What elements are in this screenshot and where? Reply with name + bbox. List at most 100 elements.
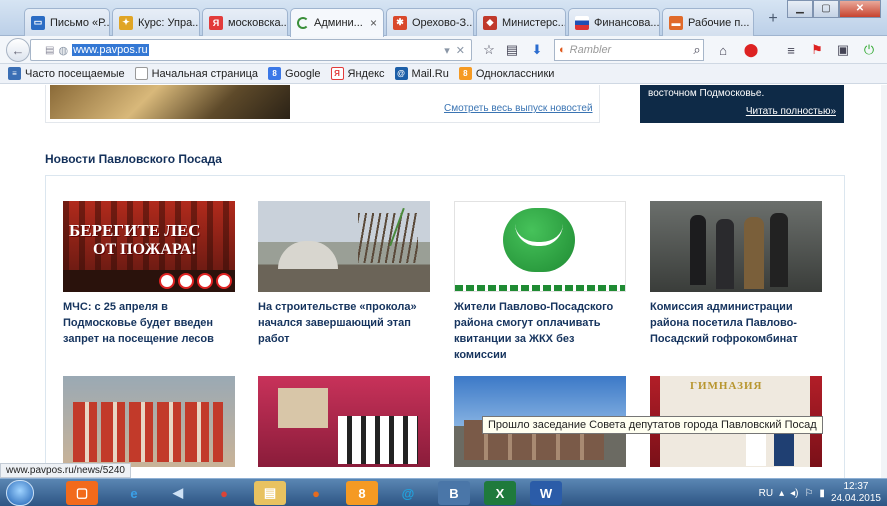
excel-icon[interactable]: X	[484, 481, 516, 505]
back-button[interactable]: ←	[6, 38, 30, 62]
mail-icon: ▭	[31, 15, 45, 30]
bookmarks-bar: ≡ Часто посещаемые Начальная страница 8 …	[0, 64, 887, 84]
prohibition-icon	[159, 273, 175, 289]
sberbank-logo-image[interactable]	[454, 201, 626, 292]
system-tray: RU ▴ ◂) ⚐ ▮ 12:37 24.04.2015	[759, 479, 887, 506]
tab-course[interactable]: ✦ Курс: Упра...	[112, 8, 200, 36]
status-url: www.pavpos.ru/news/5240	[0, 463, 131, 478]
bookmark-item[interactable]: 8 Google	[268, 67, 321, 80]
word-icon[interactable]: W	[530, 481, 562, 505]
tab-label: Админи...	[314, 17, 363, 29]
news-caption[interactable]: Жители Павлово-Посадского района смогут …	[454, 299, 629, 363]
bookmark-label: Часто посещаемые	[25, 67, 125, 80]
close-window-icon[interactable]: ✕	[839, 0, 881, 18]
flag-tray-icon[interactable]: ⚐	[804, 488, 813, 499]
minimize-icon[interactable]: ▁	[787, 0, 813, 18]
ok-icon[interactable]: 8	[346, 481, 378, 505]
tab-moscow[interactable]: Я московска...	[202, 8, 288, 36]
address-bar[interactable]: ▤ ◍ www.pavpos.ru ▾ ✕	[30, 39, 472, 61]
news-card[interactable]: БЕРЕГИТЕ ЛЕС ОТ ПОЖАРА! МЧС: с 25 апреля…	[63, 201, 238, 347]
news-digest-card: Смотреть весь выпуск новостей	[45, 85, 600, 123]
panel-icon[interactable]: ▣	[834, 41, 852, 59]
read-more-link[interactable]: Читать полностью»	[746, 106, 836, 117]
vertical-scrollbar[interactable]	[881, 85, 887, 478]
search-input[interactable]: ◐ Rambler	[554, 39, 704, 61]
search-icon[interactable]: ⌕	[688, 41, 706, 59]
menu-icon[interactable]: ≡	[782, 41, 800, 59]
adblock-icon[interactable]: ⬤	[742, 41, 760, 59]
sports-team-image[interactable]	[63, 376, 235, 467]
work-icon: ▬	[669, 15, 683, 30]
volume-icon[interactable]: ◂)	[790, 488, 798, 499]
bookmark-item[interactable]: Я Яндекс	[330, 67, 385, 80]
tab-work[interactable]: ▬ Рабочие п...	[662, 8, 754, 36]
news-card[interactable]	[258, 376, 433, 474]
clear-icon[interactable]: ✕	[456, 44, 465, 57]
web-page: Смотреть весь выпуск новостей восточном …	[0, 85, 887, 478]
bookmark-item[interactable]: ≡ Часто посещаемые	[8, 67, 125, 80]
language-indicator[interactable]: RU	[759, 488, 773, 499]
see-all-news-link[interactable]: Смотреть весь выпуск новостей	[444, 103, 593, 114]
course-icon: ✦	[119, 15, 133, 30]
firefox-icon[interactable]: ●	[300, 481, 332, 505]
commission-visit-image[interactable]	[650, 201, 822, 292]
tab-admin[interactable]: Админи... ×	[290, 8, 384, 37]
mail-agent-icon[interactable]: @	[392, 481, 424, 505]
tab-label: Курс: Упра...	[138, 16, 200, 29]
bookmarks-icon: ≡	[8, 67, 21, 80]
news-card[interactable]: На строительстве «прокола» начался завер…	[258, 201, 433, 347]
chrome-icon[interactable]: ●	[208, 481, 240, 505]
new-tab-button[interactable]: +	[760, 10, 786, 32]
bookmark-item[interactable]: @ Mail.Ru	[394, 67, 449, 80]
star-icon[interactable]: ☆	[480, 41, 498, 59]
construction-image[interactable]	[258, 201, 430, 292]
dropdown-icon[interactable]: ▾	[444, 44, 450, 57]
download-icon[interactable]: ⬇	[528, 41, 546, 59]
media-icon[interactable]: ▢	[66, 481, 98, 505]
school-event-image[interactable]	[258, 376, 430, 467]
sync-icon[interactable]: ⏻	[860, 41, 878, 59]
network-icon[interactable]: ▮	[819, 488, 825, 499]
arrow-left-icon: ←	[11, 42, 25, 58]
news-caption[interactable]: На строительстве «прокола» начался завер…	[258, 299, 433, 347]
ministry-icon: ◆	[483, 15, 497, 30]
news-caption[interactable]: МЧС: с 25 апреля в Подмосковье будет вве…	[63, 299, 238, 347]
bookmark-item[interactable]: 8 Одноклассники	[458, 67, 555, 80]
news-caption[interactable]: Комиссия администрации района посетила П…	[650, 299, 825, 347]
nav-bar: ← ▤ ◍ www.pavpos.ru ▾ ✕ ☆ ▤ ⬇ ◐ Rambler …	[0, 36, 887, 64]
news-card[interactable]	[63, 376, 238, 474]
vk-icon[interactable]: B	[438, 481, 470, 505]
banner-text: восточном Подмосковье.	[648, 88, 765, 99]
prohibition-icon	[197, 273, 213, 289]
start-button[interactable]	[6, 480, 34, 506]
tab-ministry[interactable]: ◆ Министерс...	[476, 8, 566, 36]
url-text[interactable]: www.pavpos.ru	[72, 44, 149, 56]
folder-icon[interactable]: ▤	[254, 481, 286, 505]
bookmark-label: Одноклассники	[475, 67, 555, 80]
addon-icon[interactable]: ⚑	[808, 41, 826, 59]
tab-orekhovo[interactable]: ✱ Орехово-З...	[386, 8, 474, 36]
maximize-icon[interactable]: ▢	[813, 0, 839, 18]
section-title: Новости Павловского Посада	[45, 152, 222, 166]
bookmark-label: Google	[285, 67, 321, 80]
mailru-icon: @	[394, 67, 408, 80]
featured-banner: восточном Подмосковье. Читать полностью»	[640, 85, 844, 123]
reading-list-icon[interactable]: ▤	[503, 41, 521, 59]
digest-image	[50, 85, 290, 119]
close-tab-icon[interactable]: ×	[370, 16, 377, 30]
clock[interactable]: 12:37 24.04.2015	[831, 481, 881, 505]
news-card[interactable]: Комиссия администрации района посетила П…	[650, 201, 825, 347]
player-icon[interactable]: ◀	[162, 481, 194, 505]
bookmark-label: Начальная страница	[151, 67, 259, 80]
ie-icon[interactable]: e	[118, 481, 150, 505]
identity-icon: ▤	[45, 44, 55, 56]
home-icon[interactable]: ⌂	[714, 41, 732, 59]
forest-fire-image[interactable]: БЕРЕГИТЕ ЛЕС ОТ ПОЖАРА!	[63, 201, 235, 292]
tab-mail[interactable]: ▭ Письмо «Р...	[24, 8, 110, 36]
bookmark-item[interactable]: Начальная страница	[134, 67, 259, 80]
sign-text: ГИМНАЗИЯ	[690, 380, 763, 392]
tab-finance[interactable]: Финансова...	[568, 8, 660, 36]
tray-arrow-icon[interactable]: ▴	[779, 488, 784, 499]
news-card[interactable]: Жители Павлово-Посадского района смогут …	[454, 201, 629, 363]
prohibition-icon	[216, 273, 232, 289]
